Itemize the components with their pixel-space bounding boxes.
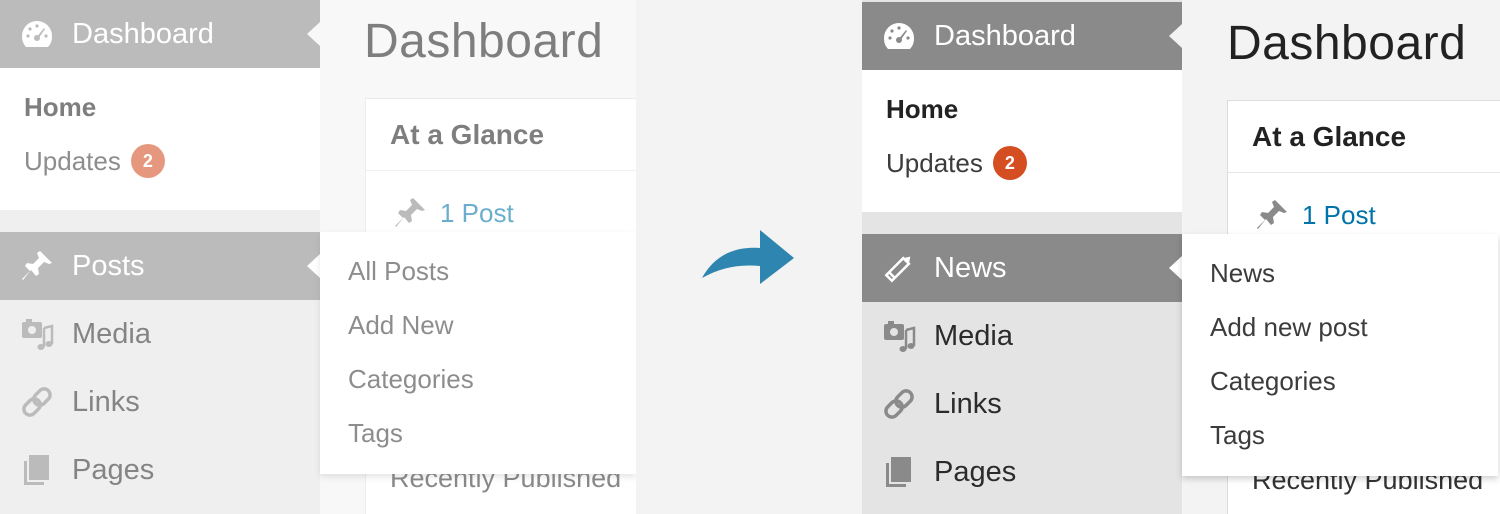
flyout-item[interactable]: Add new post bbox=[1210, 312, 1368, 343]
post-count-link[interactable]: 1 Post bbox=[1302, 200, 1376, 231]
menu-posts[interactable]: Posts bbox=[0, 232, 320, 300]
dashboard-submenu: Home Updates 2 bbox=[862, 70, 1182, 212]
post-count-row[interactable]: 1 Post bbox=[392, 195, 514, 231]
pin-icon bbox=[395, 198, 425, 227]
submenu-home[interactable]: Home bbox=[24, 92, 96, 123]
posts-flyout-menu: All Posts Add New Categories Tags bbox=[320, 232, 636, 474]
menu-dashboard[interactable]: Dashboard bbox=[862, 2, 1182, 70]
pin-icon bbox=[1257, 200, 1287, 229]
menu-label: Media bbox=[72, 317, 151, 350]
dashboard-icon bbox=[880, 17, 918, 55]
submenu-updates-label: Updates bbox=[886, 148, 983, 178]
before-screenshot: Dashboard At a Glance 1 Post Recently Pu… bbox=[0, 0, 636, 514]
menu-label: Links bbox=[934, 387, 1002, 420]
flyout-item[interactable]: Categories bbox=[348, 364, 474, 395]
curved-arrow-icon bbox=[700, 226, 800, 288]
menu-media[interactable]: Media bbox=[862, 302, 1182, 370]
link-icon bbox=[880, 385, 918, 423]
admin-sidebar: Dashboard Home Updates 2 News Media Link… bbox=[862, 0, 1182, 514]
news-flyout-menu: News Add new post Categories Tags bbox=[1182, 234, 1498, 476]
dashboard-submenu: Home Updates 2 bbox=[0, 68, 320, 210]
flyout-item[interactable]: Categories bbox=[1210, 366, 1336, 397]
menu-label: News bbox=[934, 251, 1007, 284]
menu-label: Links bbox=[72, 385, 140, 418]
flyout-item[interactable]: Tags bbox=[348, 418, 403, 449]
submenu-updates[interactable]: Updates 2 bbox=[24, 144, 165, 180]
update-count-badge: 2 bbox=[992, 146, 1027, 181]
menu-label: Media bbox=[934, 319, 1013, 352]
menu-dashboard[interactable]: Dashboard bbox=[0, 0, 320, 68]
flyout-item[interactable]: All Posts bbox=[348, 256, 449, 287]
dashboard-icon bbox=[18, 15, 56, 53]
menu-media[interactable]: Media bbox=[0, 300, 320, 368]
menu-links[interactable]: Links bbox=[0, 368, 320, 436]
page-title: Dashboard bbox=[1227, 17, 1467, 70]
submenu-updates-label: Updates bbox=[24, 146, 121, 176]
menu-news[interactable]: News bbox=[862, 234, 1182, 302]
update-count-badge: 2 bbox=[130, 144, 165, 179]
widget-title: At a Glance bbox=[1228, 101, 1500, 173]
admin-sidebar: Dashboard Home Updates 2 Posts Media Lin… bbox=[0, 0, 320, 514]
menu-pages[interactable]: Pages bbox=[0, 436, 320, 504]
widget-title: At a Glance bbox=[366, 99, 636, 171]
submenu-home[interactable]: Home bbox=[886, 94, 958, 125]
pencil-icon bbox=[880, 249, 918, 287]
media-icon bbox=[880, 317, 918, 355]
post-count-link[interactable]: 1 Post bbox=[440, 198, 514, 229]
menu-label: Posts bbox=[72, 249, 145, 282]
post-count-row[interactable]: 1 Post bbox=[1254, 197, 1376, 233]
flyout-item[interactable]: News bbox=[1210, 258, 1275, 289]
pages-icon bbox=[18, 451, 56, 489]
menu-links[interactable]: Links bbox=[862, 370, 1182, 438]
link-icon bbox=[18, 383, 56, 421]
menu-label: Dashboard bbox=[72, 17, 214, 50]
media-icon bbox=[18, 315, 56, 353]
pages-icon bbox=[880, 453, 918, 491]
flyout-item[interactable]: Tags bbox=[1210, 420, 1265, 451]
menu-label: Dashboard bbox=[934, 19, 1076, 52]
menu-pages[interactable]: Pages bbox=[862, 438, 1182, 506]
after-screenshot: Dashboard At a Glance 1 Post Recently Pu… bbox=[862, 0, 1500, 514]
menu-label: Pages bbox=[934, 455, 1017, 488]
menu-label: Pages bbox=[72, 453, 155, 486]
pin-icon bbox=[18, 247, 56, 285]
flyout-item[interactable]: Add New bbox=[348, 310, 454, 341]
submenu-updates[interactable]: Updates 2 bbox=[886, 146, 1027, 182]
page-title: Dashboard bbox=[364, 15, 604, 68]
